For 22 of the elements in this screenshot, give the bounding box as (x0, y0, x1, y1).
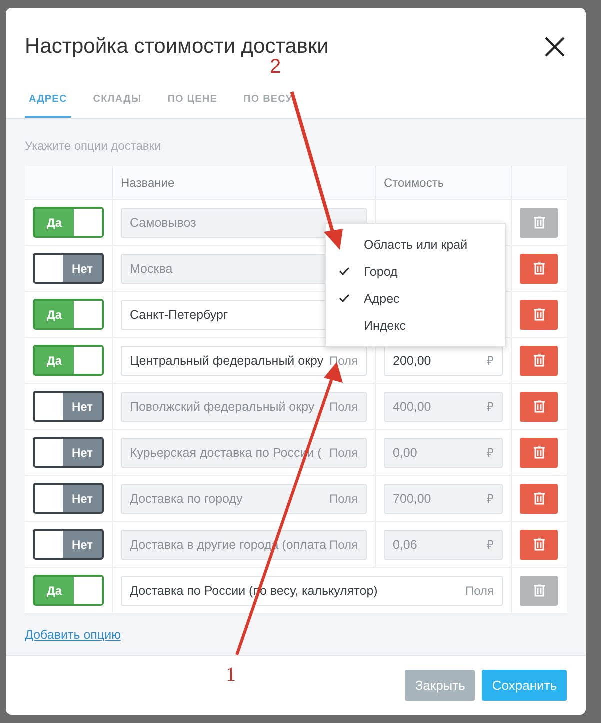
annotation-label: 1 (226, 664, 236, 687)
column-header: Название (112, 166, 375, 199)
cost-text: 700,00 (393, 492, 432, 506)
currency-sign: ₽ (487, 399, 494, 415)
cost-text: 400,00 (393, 400, 432, 414)
currency-sign: ₽ (487, 537, 494, 553)
name-text: Санкт-Петербург (130, 308, 228, 322)
column-header: Стоимость (375, 166, 511, 199)
name-text: Центральный федеральный окру (130, 354, 324, 368)
cost-text: 200,00 (393, 354, 432, 368)
name-text: Самовывоз (130, 216, 196, 230)
cost-text: 0,00 (393, 446, 418, 460)
name-text: Поволжский федеральный окру (130, 400, 315, 414)
currency-sign: ₽ (487, 353, 494, 369)
annotation-label: 2 (270, 56, 282, 79)
currency-sign: ₽ (487, 445, 494, 461)
cost-text: 0,06 (393, 538, 418, 552)
hint-text: Укажите опции доставки (25, 139, 162, 153)
currency-sign: ₽ (487, 491, 494, 507)
name-text: Доставка по городу (130, 492, 243, 506)
dialog-title: Настройка стоимости доставки (25, 35, 329, 59)
name-text: Москва (130, 262, 173, 276)
